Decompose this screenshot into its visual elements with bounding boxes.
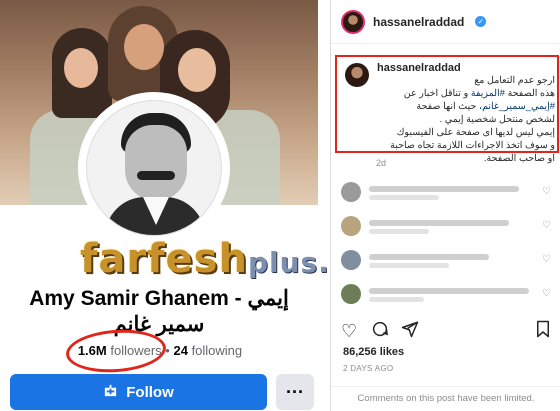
more-options-button[interactable]: ···: [276, 374, 314, 410]
follow-button-label: Follow: [126, 383, 174, 401]
facebook-page-panel: Amy Samir Ghanem - إيمي سمير غانم 1.6M f…: [0, 0, 318, 411]
list-item: ♡: [341, 250, 551, 270]
comment-meta-placeholder: [369, 229, 429, 234]
heart-icon[interactable]: ♡: [542, 186, 551, 197]
avatar[interactable]: [341, 182, 361, 202]
post-date: 2 DAYS AGO: [343, 364, 394, 373]
post-header: hassanelraddad ✓: [331, 0, 560, 44]
followers-label[interactable]: followers: [110, 343, 161, 358]
cover-face: [124, 24, 164, 70]
caption-fragment: هذه الصفحة: [504, 88, 555, 99]
caption-line: او صاحب الصفحة.: [483, 153, 555, 164]
caption-line: #إيمي_سمير_غانم، حيث انها صفحة: [343, 100, 555, 113]
caption-line: إيمي ليس لديها اى صفحة على الفيسبوك: [396, 127, 555, 138]
comment-meta-placeholder: [369, 263, 449, 268]
followers-count[interactable]: 1.6M: [78, 343, 107, 358]
comment-meta-placeholder: [369, 195, 439, 200]
comment-text-placeholder: [369, 220, 509, 226]
comments-limited-notice: Comments on this post have been limited.: [331, 386, 560, 404]
follow-icon: [103, 383, 118, 402]
avatar[interactable]: [341, 250, 361, 270]
share-icon[interactable]: [401, 320, 419, 343]
following-label[interactable]: following: [192, 343, 243, 358]
avatar[interactable]: [341, 216, 361, 236]
caption-username[interactable]: hassanelraddad: [377, 62, 461, 74]
list-item: ♡: [341, 284, 551, 304]
heart-icon[interactable]: ♡: [542, 288, 551, 299]
page-title: Amy Samir Ghanem - إيمي سمير غانم: [29, 287, 289, 336]
caption-line: ارجو عدم التعامل مع: [474, 75, 555, 86]
bookmark-icon[interactable]: [535, 320, 551, 343]
caption-line: لشخص منتحل شخصية إيمي .: [439, 114, 555, 125]
profile-picture[interactable]: [78, 92, 230, 244]
stats-separator: •: [165, 343, 170, 358]
instagram-post-panel: hassanelraddad ✓ hassanelraddad ارجو عدم…: [330, 0, 560, 411]
cover-face: [64, 48, 98, 88]
heart-icon[interactable]: ♡: [542, 220, 551, 231]
avatar-mustache: [137, 171, 175, 180]
hashtag-link[interactable]: #إيمي_سمير_غانم،: [479, 101, 555, 112]
caption-line: هذه الصفحة #المزيفة و تناقل اخبار عن: [343, 87, 555, 100]
hashtag-link[interactable]: #المزيفة: [471, 88, 505, 99]
profile-photo-image: [86, 100, 222, 236]
avatar-head: [125, 125, 187, 201]
list-item: ♡: [341, 216, 551, 236]
list-item: ♡: [341, 182, 551, 202]
verified-badge-icon: ✓: [475, 16, 487, 27]
caption-timestamp[interactable]: 2d: [376, 158, 386, 168]
comment-text-placeholder: [369, 186, 519, 192]
following-count[interactable]: 24: [173, 343, 187, 358]
avatar[interactable]: [341, 284, 361, 304]
follow-stats: 1.6M followers • 24 following: [60, 343, 260, 358]
caption-fragment: حيث انها صفحة: [416, 101, 479, 112]
likes-count[interactable]: 86,256 likes: [343, 346, 404, 358]
heart-icon[interactable]: ♡: [341, 320, 357, 342]
post-actions: ♡: [341, 320, 553, 344]
comment-icon[interactable]: [371, 320, 389, 343]
screenshot-root: Amy Samir Ghanem - إيمي سمير غانم 1.6M f…: [0, 0, 560, 411]
comment-text-placeholder: [369, 254, 489, 260]
follow-button[interactable]: Follow: [10, 374, 267, 410]
user-avatar[interactable]: [341, 9, 365, 34]
header-username[interactable]: hassanelraddad: [373, 15, 464, 29]
caption-text: ارجو عدم التعامل مع هذه الصفحة #المزيفة …: [343, 74, 555, 165]
caption-fragment: و تناقل اخبار عن: [403, 88, 471, 99]
cover-face: [178, 48, 216, 92]
comment-meta-placeholder: [369, 297, 424, 302]
caption-line: و سوف اتخذ الاجراءات اللازمة تجاه صاحبة: [390, 140, 555, 151]
heart-icon[interactable]: ♡: [542, 254, 551, 265]
watermark-text: farfesh: [80, 236, 248, 282]
caption-highlight-box: hassanelraddad ارجو عدم التعامل مع هذه ا…: [335, 55, 559, 164]
comment-text-placeholder: [369, 288, 529, 294]
